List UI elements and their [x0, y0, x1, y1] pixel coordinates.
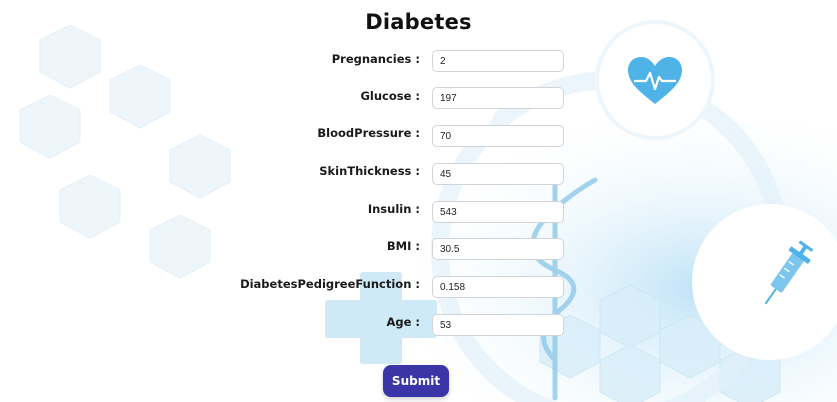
- form-row-skinthickness: SkinThickness :: [0, 163, 837, 187]
- pregnancies-input[interactable]: [432, 50, 564, 72]
- age-input[interactable]: [432, 314, 564, 336]
- form-row-bmi: BMI :: [0, 238, 837, 262]
- bmi-label: BMI :: [386, 239, 420, 253]
- submit-button[interactable]: Submit: [383, 365, 449, 397]
- diabetespedigreefunction-label: DiabetesPedigreeFunction :: [240, 277, 420, 291]
- insulin-label: Insulin :: [367, 202, 420, 216]
- form-row-age: Age :: [0, 314, 837, 338]
- age-label: Age :: [386, 315, 420, 329]
- bmi-input[interactable]: [432, 238, 564, 260]
- bloodpressure-label: BloodPressure :: [317, 126, 420, 140]
- pregnancies-label: Pregnancies :: [331, 52, 420, 66]
- diabetes-form: Pregnancies : Glucose : BloodPressure : …: [0, 0, 837, 402]
- skinthickness-label: SkinThickness :: [319, 164, 420, 178]
- form-row-dpf: DiabetesPedigreeFunction :: [0, 276, 837, 300]
- form-row-pregnancies: Pregnancies :: [0, 50, 837, 74]
- insulin-input[interactable]: [432, 201, 564, 223]
- glucose-label: Glucose :: [360, 89, 420, 103]
- form-row-insulin: Insulin :: [0, 201, 837, 225]
- skinthickness-input[interactable]: [432, 163, 564, 185]
- diabetespedigreefunction-input[interactable]: [432, 276, 564, 298]
- form-row-glucose: Glucose :: [0, 87, 837, 111]
- bloodpressure-input[interactable]: [432, 125, 564, 147]
- form-row-bloodpressure: BloodPressure :: [0, 125, 837, 149]
- glucose-input[interactable]: [432, 87, 564, 109]
